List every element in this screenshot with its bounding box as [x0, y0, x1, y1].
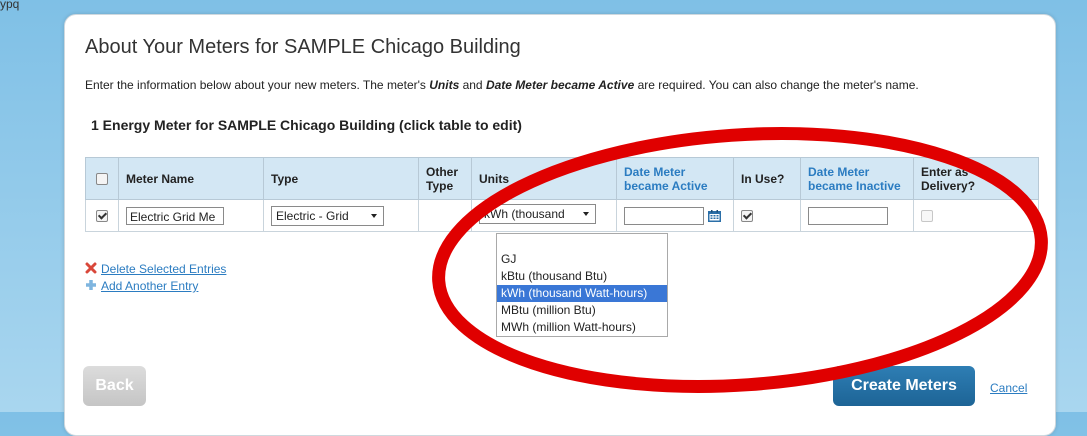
create-meters-button[interactable]: Create Meters — [833, 366, 975, 406]
units-cell: kWh (thousand — [471, 199, 617, 232]
add-entry-label: Add Another Entry — [101, 279, 199, 293]
units-option[interactable]: kBtu (thousand Btu) — [497, 268, 667, 285]
row-select-checkbox[interactable] — [96, 210, 108, 223]
intro-after: are required. You can also change the me… — [634, 78, 919, 92]
header-date-inactive-line2: became Inactive — [808, 178, 901, 193]
date-inactive-input[interactable] — [808, 206, 888, 225]
header-date-active-line2: became Active — [624, 178, 708, 193]
intro-text: Enter the information below about your n… — [85, 78, 919, 92]
type-select[interactable]: Electric - Grid — [271, 205, 384, 226]
other-type-cell — [418, 199, 472, 232]
units-option[interactable]: MWh (million Watt-hours) — [497, 319, 667, 336]
table-header-row: Meter Name Type Other Type Units Date Met… — [85, 157, 1039, 200]
delete-selected-label: Delete Selected Entries — [101, 262, 227, 276]
header-date-active[interactable]: Date Meter became Active — [616, 157, 734, 200]
header-meter-name: Meter Name — [118, 157, 264, 200]
enter-delivery-checkbox — [921, 210, 933, 223]
delete-selected-link[interactable]: Delete Selected Entries — [85, 262, 226, 276]
intro-date-phrase: Date Meter became Active — [485, 78, 635, 92]
units-option-selected[interactable]: kWh (thousand Watt-hours) — [497, 285, 667, 302]
units-option[interactable]: GJ — [497, 251, 667, 268]
add-entry-link[interactable]: Add Another Entry — [85, 279, 198, 293]
delete-x-icon — [85, 262, 97, 274]
enter-delivery-cell — [913, 199, 1039, 232]
back-button[interactable]: Back — [83, 366, 146, 406]
header-enter-delivery: Enter as Delivery? — [913, 157, 1039, 200]
intro-units-word: Units — [429, 78, 460, 92]
header-in-use: In Use? — [733, 157, 801, 200]
calendar-icon[interactable] — [708, 209, 721, 222]
chevron-down-icon — [371, 213, 377, 218]
chevron-down-icon — [583, 212, 589, 216]
header-other-type: Other Type — [418, 157, 472, 200]
header-date-inactive[interactable]: Date Meter became Inactive — [800, 157, 914, 200]
page-title: About Your Meters for SAMPLE Chicago Bui… — [85, 36, 521, 58]
header-units: Units — [471, 157, 617, 200]
units-option[interactable] — [497, 234, 667, 251]
type-select-value: Electric - Grid — [276, 208, 349, 223]
units-dropdown-list[interactable]: GJ kBtu (thousand Btu) kWh (thousand Wat… — [496, 233, 668, 337]
meters-table: Meter Name Type Other Type Units Date Met… — [85, 157, 1039, 232]
select-all-checkbox[interactable] — [96, 173, 108, 186]
section-heading: 1 Energy Meter for SAMPLE Chicago Buildi… — [91, 117, 522, 133]
header-other-type-line1: Other — [426, 164, 459, 179]
header-enter-delivery-line1: Enter as — [921, 164, 969, 179]
units-select[interactable]: kWh (thousand — [479, 204, 596, 224]
cancel-link[interactable]: Cancel — [990, 381, 1027, 395]
intro-middle: and — [459, 78, 486, 92]
header-date-active-line1: Date Meter — [624, 164, 686, 179]
in-use-checkbox[interactable] — [741, 210, 753, 223]
row-select-cell — [85, 199, 119, 232]
type-cell: Electric - Grid — [263, 199, 419, 232]
partial-top-text: ypq — [0, 0, 20, 11]
meter-name-input[interactable]: Electric Grid Me — [126, 206, 224, 225]
header-date-inactive-line1: Date Meter — [808, 164, 870, 179]
table-row[interactable]: Electric Grid Me Electric - Grid kWh (th… — [85, 199, 1039, 232]
header-enter-delivery-line2: Delivery? — [921, 178, 976, 193]
in-use-cell — [733, 199, 801, 232]
header-other-type-line2: Type — [426, 178, 454, 193]
select-all-header[interactable] — [85, 157, 119, 200]
units-select-value: kWh (thousand — [484, 207, 565, 221]
date-active-input[interactable] — [624, 206, 704, 225]
header-type: Type — [263, 157, 419, 200]
units-option[interactable]: MBtu (million Btu) — [497, 302, 667, 319]
date-active-cell — [616, 199, 734, 232]
plus-icon — [86, 280, 96, 290]
meter-name-cell: Electric Grid Me — [118, 199, 264, 232]
date-inactive-cell — [800, 199, 914, 232]
intro-before: Enter the information below about your n… — [85, 78, 430, 92]
